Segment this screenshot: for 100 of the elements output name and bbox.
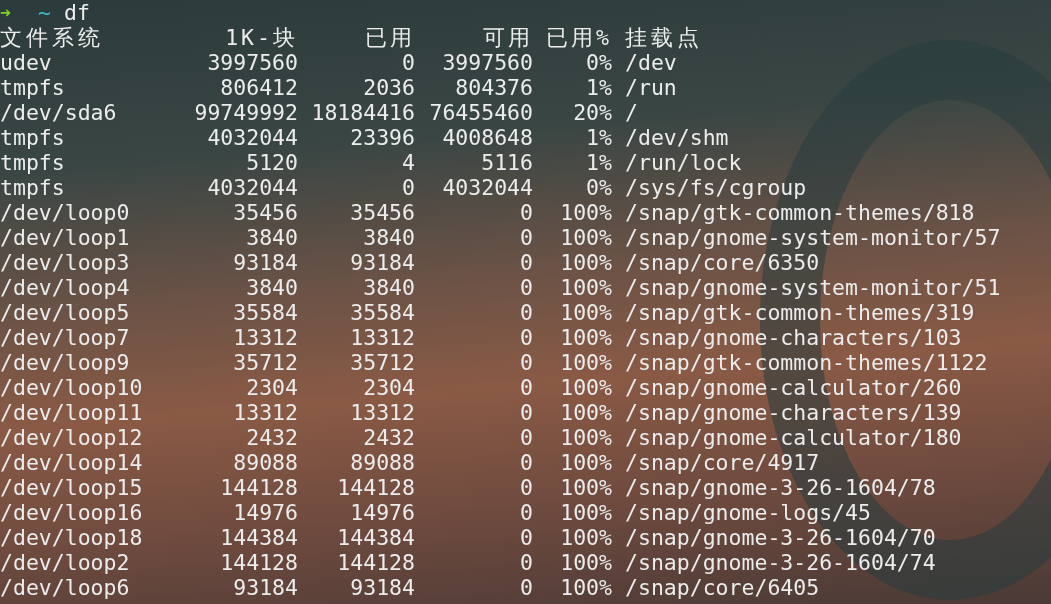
- use-percent-cell: 100%: [560, 500, 612, 525]
- size-cell: 806412: [220, 75, 298, 100]
- filesystem-cell: /dev/loop11: [0, 400, 143, 425]
- use-percent-cell: 100%: [560, 425, 612, 450]
- mount-point-cell-text: /snap/core/4917: [624, 450, 820, 475]
- size-cell: 35584: [233, 300, 298, 325]
- filesystem-cell: /dev/loop6: [0, 575, 130, 600]
- used-cell: 144384: [337, 525, 415, 550]
- mount-point-cell-text: /snap/gnome-characters/139: [624, 400, 962, 425]
- prompt-directory: ~: [38, 0, 52, 25]
- mount-point-cell-text: /run: [624, 75, 677, 100]
- available-cell: 0: [520, 300, 533, 325]
- command-text: df: [64, 0, 90, 25]
- size-cell: 93184: [233, 575, 298, 600]
- used-cell: 144128: [337, 475, 415, 500]
- mount-point-cell-text: /snap/gtk-common-themes/1122: [624, 350, 988, 375]
- filesystem-cell: /dev/loop12: [0, 425, 143, 450]
- size-cell: 3840: [246, 275, 298, 300]
- use-percent-cell: 100%: [560, 400, 612, 425]
- used-cell: 35712: [350, 350, 415, 375]
- use-percent-cell: 100%: [560, 325, 612, 350]
- size-cell: 4032044: [207, 125, 298, 150]
- size-cell: 144128: [220, 550, 298, 575]
- filesystem-cell: tmpfs: [0, 150, 65, 175]
- available-cell: 0: [520, 425, 533, 450]
- use-percent-cell: 100%: [560, 575, 612, 600]
- use-percent-cell: 100%: [560, 375, 612, 400]
- available-cell: 0: [520, 450, 533, 475]
- available-cell: 0: [520, 375, 533, 400]
- mount-point-cell-text: /snap/core/6405: [624, 575, 820, 600]
- use-percent-cell: 20%: [573, 100, 612, 125]
- size-cell: 4032044: [207, 175, 298, 200]
- available-cell: 0: [520, 575, 533, 600]
- available-cell: 0: [520, 525, 533, 550]
- use-percent-cell: 0%: [586, 50, 612, 75]
- size-cell: 2432: [246, 425, 298, 450]
- available-cell: 0: [520, 400, 533, 425]
- use-percent-cell: 1%: [586, 125, 612, 150]
- used-cell: 0: [402, 50, 415, 75]
- used-cell: 89088: [350, 450, 415, 475]
- use-percent-cell: 100%: [560, 475, 612, 500]
- mount-point-cell-text: /snap/gnome-characters/103: [624, 325, 962, 350]
- used-cell: 14976: [350, 500, 415, 525]
- use-percent-cell: 0%: [586, 175, 612, 200]
- column-header: 挂载点: [624, 25, 703, 50]
- use-percent-cell: 100%: [560, 300, 612, 325]
- mount-point-cell-text: /snap/gnome-calculator/260: [624, 375, 962, 400]
- use-percent-cell: 100%: [560, 225, 612, 250]
- used-cell: 2036: [363, 75, 415, 100]
- used-cell: 23396: [350, 125, 415, 150]
- available-cell: 4032044: [442, 175, 533, 200]
- filesystem-cell: /dev/loop10: [0, 375, 143, 400]
- available-cell: 3997560: [442, 50, 533, 75]
- used-cell: 3840: [363, 275, 415, 300]
- used-cell: 0: [402, 175, 415, 200]
- available-cell: 0: [520, 500, 533, 525]
- mount-point-cell-text: /sys/fs/cgroup: [624, 175, 807, 200]
- available-cell: 0: [520, 275, 533, 300]
- use-percent-cell: 100%: [560, 525, 612, 550]
- size-cell: 144384: [220, 525, 298, 550]
- available-cell: 0: [520, 550, 533, 575]
- available-cell: 0: [520, 350, 533, 375]
- column-header: 已用: [365, 25, 415, 50]
- mount-point-cell-text: /run/lock: [624, 150, 742, 175]
- filesystem-cell: /dev/loop18: [0, 525, 143, 550]
- mount-point-cell-text: /snap/gnome-logs/45: [624, 500, 871, 525]
- size-cell: 13312: [233, 400, 298, 425]
- use-percent-cell: 100%: [560, 200, 612, 225]
- used-cell: 3840: [363, 225, 415, 250]
- use-percent-cell: 100%: [560, 250, 612, 275]
- filesystem-cell: /dev/loop1: [0, 225, 130, 250]
- used-cell: 35456: [350, 200, 415, 225]
- available-cell: 0: [520, 250, 533, 275]
- available-cell: 0: [520, 200, 533, 225]
- filesystem-cell: tmpfs: [0, 125, 65, 150]
- used-cell: 2304: [363, 375, 415, 400]
- used-cell: 144128: [337, 550, 415, 575]
- size-cell: 35456: [233, 200, 298, 225]
- used-cell: 13312: [350, 400, 415, 425]
- column-header: 可用: [483, 25, 533, 50]
- used-cell: 4: [402, 150, 415, 175]
- filesystem-cell: /dev/loop2: [0, 550, 130, 575]
- mount-point-cell-text: /snap/gtk-common-themes/319: [624, 300, 975, 325]
- available-cell: 0: [520, 325, 533, 350]
- mount-point-cell-text: /: [624, 100, 638, 125]
- available-cell: 0: [520, 475, 533, 500]
- used-cell: 2432: [363, 425, 415, 450]
- mount-point-cell-text: /snap/gnome-3-26-1604/74: [624, 550, 936, 575]
- size-cell: 144128: [220, 475, 298, 500]
- filesystem-cell: /dev/loop5: [0, 300, 130, 325]
- mount-point-cell-text: /snap/core/6350: [624, 250, 820, 275]
- use-percent-cell: 1%: [586, 150, 612, 175]
- mount-point-cell-text: /snap/gnome-system-monitor/57: [624, 225, 1001, 250]
- filesystem-cell: /dev/loop3: [0, 250, 130, 275]
- use-percent-cell: 100%: [560, 275, 612, 300]
- filesystem-cell: /dev/loop4: [0, 275, 130, 300]
- size-cell: 89088: [233, 450, 298, 475]
- filesystem-cell: /dev/loop0: [0, 200, 130, 225]
- use-percent-cell: 100%: [560, 350, 612, 375]
- mount-point-cell-text: /dev: [624, 50, 677, 75]
